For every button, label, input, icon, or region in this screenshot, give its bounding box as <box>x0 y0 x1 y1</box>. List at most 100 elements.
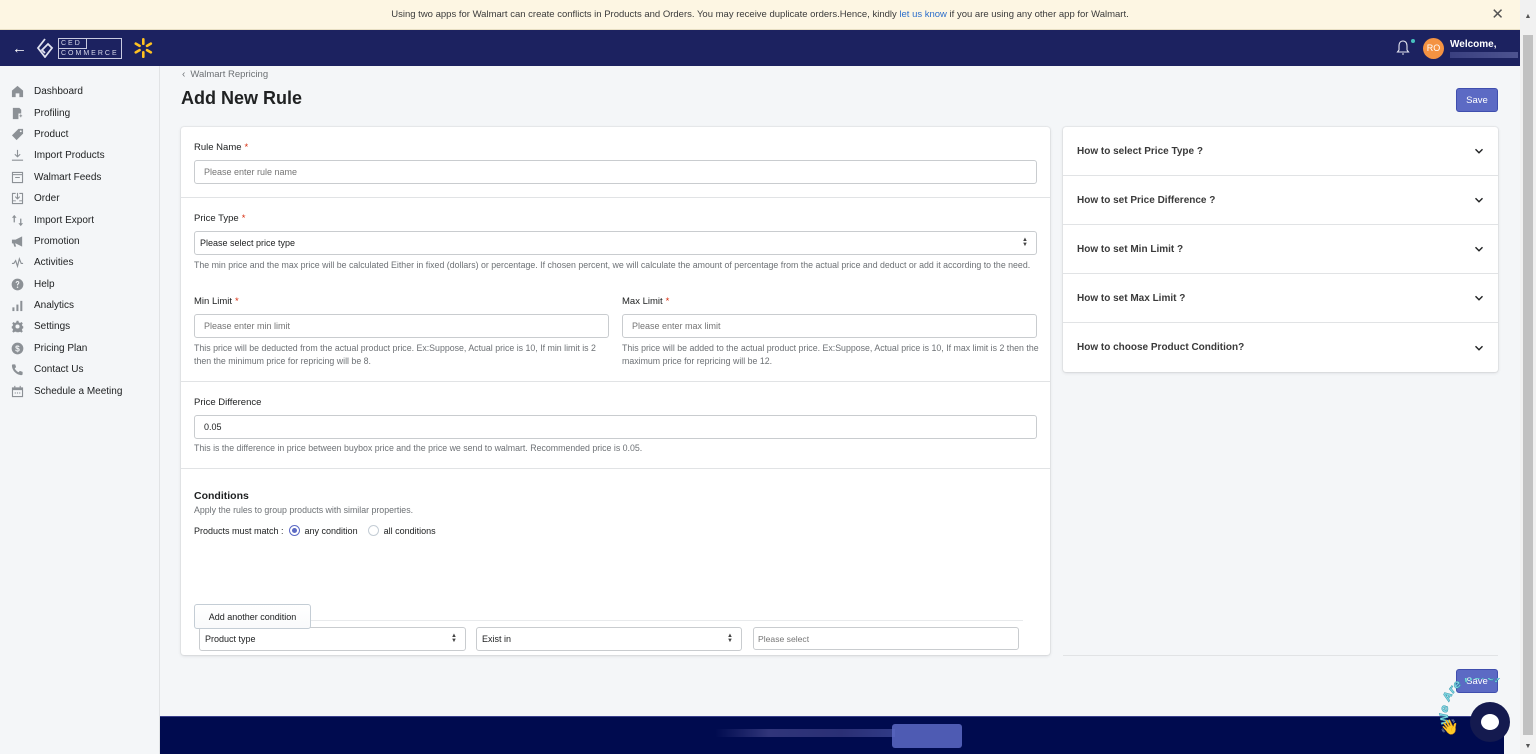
username-redacted <box>1450 51 1518 58</box>
rule-form-card: Rule Name* Price Type* Please select pri… <box>181 127 1050 657</box>
scrollbar-down-arrow[interactable]: ▼ <box>1520 740 1536 752</box>
any-condition-option[interactable]: any condition <box>288 525 358 536</box>
archive-icon <box>10 170 24 184</box>
rule-name-label-text: Rule Name <box>194 142 242 153</box>
all-conditions-option[interactable]: all conditions <box>367 525 436 536</box>
footer-button-redacted[interactable] <box>892 724 962 748</box>
faq-question: How to select Price Type ? <box>1077 145 1203 157</box>
chevron-down-icon <box>1475 148 1483 154</box>
sidebar-item-pricing-plan[interactable]: $ Pricing Plan <box>0 338 159 359</box>
banner-text: Using two apps for Walmart can create co… <box>391 9 1129 20</box>
chevron-down-icon <box>1475 345 1483 351</box>
sidebar-item-label: Dashboard <box>34 86 83 98</box>
faq-item-max-limit[interactable]: How to set Max Limit ? <box>1063 274 1498 323</box>
footer-text-redacted <box>715 729 895 737</box>
question-icon <box>10 277 24 291</box>
condition-value-input[interactable] <box>753 627 1019 650</box>
back-arrow-icon[interactable]: ← <box>12 40 27 57</box>
sidebar-item-order[interactable]: Order <box>0 188 159 209</box>
bar-chart-icon <box>10 299 24 313</box>
sidebar-item-label: Contact Us <box>34 364 84 376</box>
min-limit-input[interactable] <box>194 314 609 338</box>
let-us-know-link[interactable]: let us know <box>899 9 947 20</box>
page-scrollbar[interactable]: ▼ <box>1520 30 1536 754</box>
chevron-down-icon <box>1475 197 1483 203</box>
faq-item-price-type[interactable]: How to select Price Type ? <box>1063 127 1498 176</box>
arrows-updown-icon <box>10 213 24 227</box>
sidebar-item-schedule-meeting[interactable]: Schedule a Meeting <box>0 380 159 401</box>
top-bar: ← CED COMMERCE RO Welcome, <box>0 30 1520 66</box>
chat-open-button[interactable] <box>1470 702 1510 742</box>
user-avatar[interactable]: RO <box>1423 37 1444 59</box>
max-limit-input[interactable] <box>622 314 1037 338</box>
save-button-top[interactable]: Save <box>1456 88 1498 112</box>
faq-question: How to choose Product Condition? <box>1077 342 1245 353</box>
condition-attribute-select[interactable]: Product type ▲ ▼ <box>199 627 466 651</box>
condition-attribute-value: Product type <box>205 634 256 644</box>
select-arrows-icon: ▲ ▼ <box>451 633 457 644</box>
welcome-user[interactable]: Welcome, <box>1450 39 1520 58</box>
sidebar-item-label: Pricing Plan <box>34 342 88 354</box>
price-difference-label: Price Difference <box>194 397 262 408</box>
add-another-condition-button[interactable]: Add another condition <box>194 604 311 629</box>
conditions-title: Conditions <box>194 490 249 502</box>
activity-icon <box>10 256 24 270</box>
rule-name-input[interactable] <box>194 160 1037 184</box>
rule-name-label: Rule Name * <box>194 142 248 153</box>
sidebar-item-label: Import Products <box>34 150 105 162</box>
sidebar-item-activities[interactable]: Activities <box>0 252 159 273</box>
conditions-subtitle: Apply the rules to group products with s… <box>194 505 414 515</box>
price-type-label: Price Type * <box>194 213 245 224</box>
faq-item-product-condition[interactable]: How to choose Product Condition? <box>1063 323 1498 372</box>
chat-widget[interactable]: We Are Here! 👋 <box>1428 678 1510 754</box>
topbar-right: RO Welcome, <box>1395 30 1520 66</box>
required-asterisk: * <box>235 296 239 307</box>
required-asterisk: * <box>665 296 670 307</box>
close-banner-button[interactable]: ✕ <box>1491 7 1504 22</box>
select-arrows-icon: ▲ ▼ <box>727 633 733 644</box>
chat-bubble-icon <box>1481 714 1499 730</box>
cedcommerce-logo: CED COMMERCE <box>36 37 122 59</box>
chevron-left-icon: ‹ <box>182 69 186 80</box>
faq-item-price-difference[interactable]: How to set Price Difference ? <box>1063 176 1498 225</box>
faq-question: How to set Min Limit ? <box>1077 243 1184 255</box>
sidebar-item-walmart-feeds[interactable]: Walmart Feeds <box>0 167 159 188</box>
sidebar-item-help[interactable]: Help <box>0 274 159 295</box>
phone-icon <box>10 363 24 377</box>
sidebar-item-dashboard[interactable]: Dashboard <box>0 81 159 102</box>
sidebar-item-analytics[interactable]: Analytics <box>0 295 159 316</box>
price-type-selected: Please select price type <box>200 238 296 248</box>
sidebar-item-label: Import Export <box>34 214 95 226</box>
sidebar-item-product[interactable]: Product <box>0 124 159 145</box>
breadcrumb-label: Walmart Repricing <box>190 69 269 80</box>
sidebar-item-label: Order <box>34 193 60 205</box>
required-asterisk: * <box>244 142 249 153</box>
any-condition-radio[interactable] <box>288 525 300 536</box>
sidebar-item-contact-us[interactable]: Contact Us <box>0 359 159 380</box>
faq-item-min-limit[interactable]: How to set Min Limit ? <box>1063 225 1498 274</box>
all-conditions-radio[interactable] <box>367 525 379 536</box>
waving-hand-icon: 👋 <box>1440 719 1459 736</box>
logo-text-bottom: COMMERCE <box>61 49 119 57</box>
sidebar-item-label: Product <box>34 128 69 140</box>
sidebar-item-promotion[interactable]: Promotion <box>0 231 159 252</box>
sidebar-item-label: Help <box>34 278 55 290</box>
all-conditions-label: all conditions <box>383 525 436 536</box>
price-type-select[interactable]: Please select price type ▲ ▼ <box>194 231 1037 255</box>
sidebar-item-settings[interactable]: Settings <box>0 316 159 337</box>
sidebar-item-import-products[interactable]: Import Products <box>0 145 159 166</box>
breadcrumb-walmart-repricing[interactable]: ‹ Walmart Repricing <box>182 69 268 80</box>
notifications-button[interactable] <box>1395 39 1415 57</box>
price-difference-input[interactable] <box>194 415 1037 439</box>
scrollbar-thumb[interactable] <box>1523 35 1533 735</box>
condition-operator-select[interactable]: Exist in ▲ ▼ <box>476 627 742 651</box>
scrollbar-up-arrow[interactable]: ▲ <box>1520 0 1536 30</box>
tag-icon <box>10 127 24 141</box>
sidebar-item-import-export[interactable]: Import Export <box>0 209 159 230</box>
price-type-help: The min price and the max price will be … <box>194 260 1031 270</box>
faq-question: How to set Price Difference ? <box>1077 194 1216 206</box>
sidebar-item-profiling[interactable]: Profiling <box>0 102 159 123</box>
sidebar-item-label: Settings <box>34 321 71 333</box>
price-difference-section: Price Difference This is the difference … <box>181 382 1050 469</box>
footer-bar <box>160 716 1504 754</box>
